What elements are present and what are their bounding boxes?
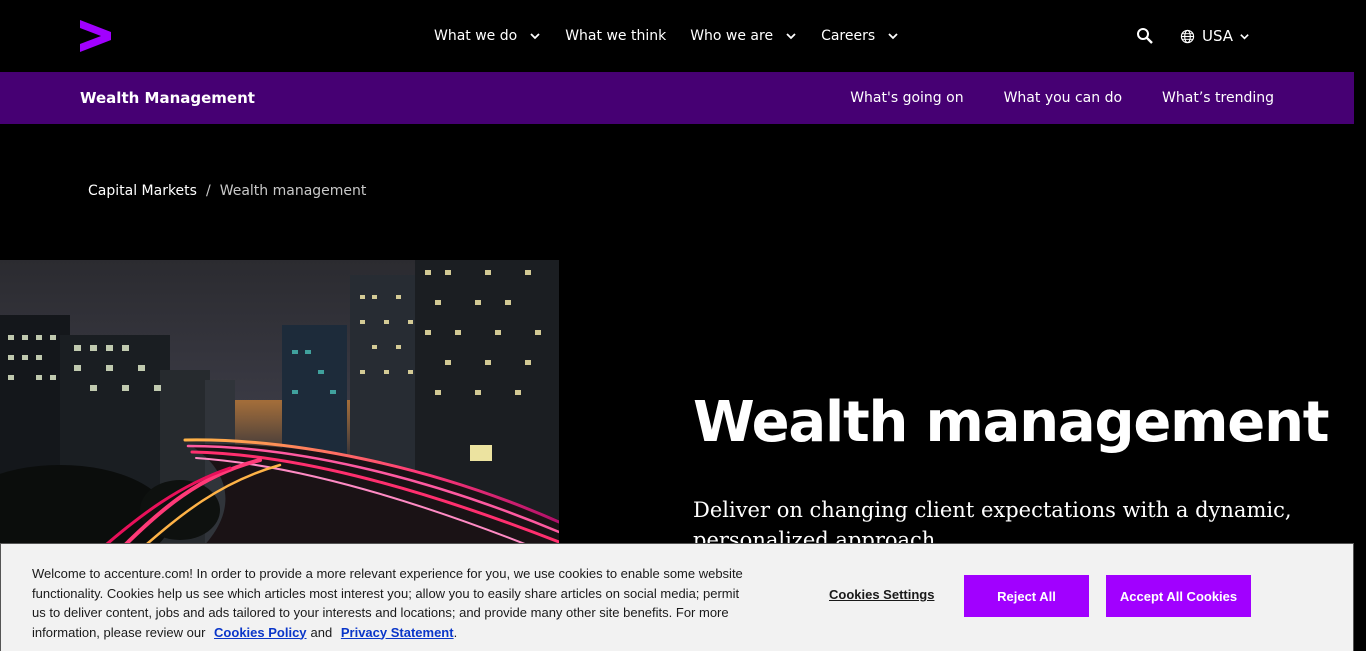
country-label: USA — [1202, 27, 1234, 45]
globe-icon — [1180, 29, 1195, 43]
nav-item-label: What we do — [434, 28, 518, 44]
main-nav: What we do What we think Who we are Care… — [434, 0, 923, 72]
nav-item-what-we-think[interactable]: What we think — [565, 28, 666, 44]
page-title: Wealth management — [693, 390, 1330, 455]
breadcrumb: Capital Markets / Wealth management — [88, 183, 366, 199]
nav-item-who-we-are[interactable]: Who we are — [690, 28, 797, 44]
breadcrumb-separator: / — [205, 183, 211, 199]
section-subnav: Wealth Management What's going on What y… — [0, 72, 1354, 124]
search-icon[interactable] — [1136, 27, 1154, 45]
nav-item-label: What we think — [565, 28, 667, 44]
chevron-down-icon — [888, 33, 898, 40]
nav-item-label: Who we are — [690, 28, 774, 44]
breadcrumb-current: Wealth management — [219, 183, 367, 199]
hero-image — [0, 260, 559, 550]
country-selector[interactable]: USA — [1180, 27, 1250, 45]
cookie-banner-period: . — [453, 624, 458, 640]
cookies-policy-link[interactable]: Cookies Policy — [214, 625, 306, 640]
accenture-logo-icon[interactable] — [80, 20, 111, 52]
nav-item-careers[interactable]: Careers — [821, 28, 899, 44]
top-navigation: What we do What we think Who we are Care… — [0, 0, 1354, 72]
cookie-banner: Welcome to accenture.com! In order to pr… — [0, 543, 1354, 651]
scrollbar[interactable] — [1354, 0, 1366, 651]
cookies-settings-button[interactable]: Cookies Settings — [829, 587, 934, 602]
subnav-link-whats-trending[interactable]: What’s trending — [1162, 90, 1274, 106]
privacy-statement-link[interactable]: Privacy Statement — [341, 625, 454, 640]
subnav-link-what-you-can-do[interactable]: What you can do — [1004, 90, 1122, 106]
accept-all-cookies-button[interactable]: Accept All Cookies — [1106, 575, 1251, 617]
subnav-links: What's going on What you can do What’s t… — [810, 72, 1274, 124]
breadcrumb-link-capital-markets[interactable]: Capital Markets — [88, 183, 197, 199]
chevron-down-icon — [786, 33, 796, 40]
subnav-link-whats-going-on[interactable]: What's going on — [850, 90, 963, 106]
cookie-banner-text-block: Welcome to accenture.com! In order to pr… — [32, 564, 752, 642]
nav-item-what-we-do[interactable]: What we do — [434, 28, 541, 44]
reject-all-button[interactable]: Reject All — [964, 575, 1089, 617]
night-city-illustration — [0, 260, 559, 550]
chevron-down-icon — [1240, 33, 1249, 40]
section-title[interactable]: Wealth Management — [80, 72, 255, 124]
header-utilities: USA — [1136, 0, 1250, 72]
chevron-down-icon — [530, 33, 540, 40]
nav-item-label: Careers — [821, 28, 876, 44]
cookie-banner-and: and — [310, 624, 333, 640]
